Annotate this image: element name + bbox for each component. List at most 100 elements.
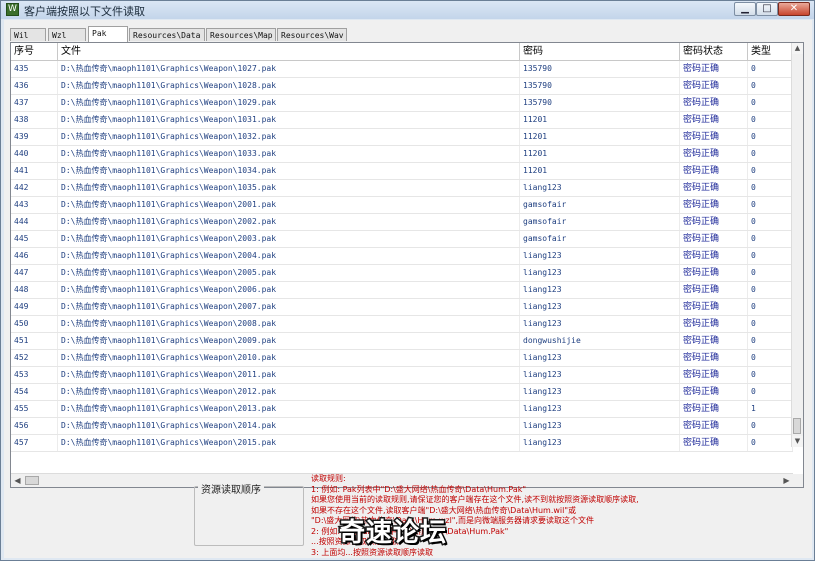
cell-file: D:\热血传奇\maoph1101\Graphics\Weapon\2002.p… bbox=[58, 214, 520, 230]
cell-index: 453 bbox=[11, 367, 58, 383]
vertical-scrollbar[interactable]: ▲ ▼ bbox=[791, 43, 803, 447]
horizontal-scroll-thumb[interactable] bbox=[25, 476, 39, 485]
cell-password: liang123 bbox=[520, 418, 680, 434]
cell-type: 0 bbox=[748, 146, 793, 162]
table-row[interactable]: 446 D:\热血传奇\maoph1101\Graphics\Weapon\200… bbox=[11, 248, 793, 265]
vertical-scroll-thumb[interactable] bbox=[793, 418, 801, 434]
table-row[interactable]: 438 D:\热血传奇\maoph1101\Graphics\Weapon\103… bbox=[11, 112, 793, 129]
cell-type: 0 bbox=[748, 265, 793, 281]
cell-status: 密码正确 bbox=[680, 435, 748, 451]
table-row[interactable]: 454 D:\热血传奇\maoph1101\Graphics\Weapon\201… bbox=[11, 384, 793, 401]
cell-index: 450 bbox=[11, 316, 58, 332]
column-header-index[interactable]: 序号 bbox=[11, 43, 58, 60]
pak-file-table: 序号 文件 密码 密码状态 类型 435 D:\热血传奇\maoph1101\Gr… bbox=[10, 42, 804, 488]
cell-status: 密码正确 bbox=[680, 112, 748, 128]
cell-status: 密码正确 bbox=[680, 299, 748, 315]
cell-password: liang123 bbox=[520, 282, 680, 298]
cell-file: D:\热血传奇\maoph1101\Graphics\Weapon\1032.p… bbox=[58, 129, 520, 145]
table-row[interactable]: 452 D:\热血传奇\maoph1101\Graphics\Weapon\201… bbox=[11, 350, 793, 367]
cell-index: 454 bbox=[11, 384, 58, 400]
table-row[interactable]: 442 D:\热血传奇\maoph1101\Graphics\Weapon\103… bbox=[11, 180, 793, 197]
cell-password: 135790 bbox=[520, 61, 680, 77]
table-row[interactable]: 437 D:\热血传奇\maoph1101\Graphics\Weapon\102… bbox=[11, 95, 793, 112]
table-row[interactable]: 443 D:\热血传奇\maoph1101\Graphics\Weapon\200… bbox=[11, 197, 793, 214]
cell-file: D:\热血传奇\maoph1101\Graphics\Weapon\1033.p… bbox=[58, 146, 520, 162]
cell-file: D:\热血传奇\maoph1101\Graphics\Weapon\2012.p… bbox=[58, 384, 520, 400]
scroll-left-icon[interactable]: ◀ bbox=[11, 474, 24, 487]
cell-type: 0 bbox=[748, 95, 793, 111]
table-row[interactable]: 445 D:\热血传奇\maoph1101\Graphics\Weapon\200… bbox=[11, 231, 793, 248]
cell-password: gamsofair bbox=[520, 231, 680, 247]
cell-type: 0 bbox=[748, 384, 793, 400]
cell-type: 0 bbox=[748, 367, 793, 383]
scroll-down-icon[interactable]: ▼ bbox=[792, 436, 803, 447]
cell-index: 456 bbox=[11, 418, 58, 434]
table-row[interactable]: 436 D:\热血传奇\maoph1101\Graphics\Weapon\102… bbox=[11, 78, 793, 95]
cell-index: 440 bbox=[11, 146, 58, 162]
table-body: 435 D:\热血传奇\maoph1101\Graphics\Weapon\102… bbox=[11, 61, 793, 452]
cell-status: 密码正确 bbox=[680, 129, 748, 145]
tab-wzl[interactable]: Wzl bbox=[48, 28, 86, 41]
cell-status: 密码正确 bbox=[680, 146, 748, 162]
table-row[interactable]: 441 D:\热血传奇\maoph1101\Graphics\Weapon\103… bbox=[11, 163, 793, 180]
cell-password: dongwushijie bbox=[520, 333, 680, 349]
cell-type: 0 bbox=[748, 214, 793, 230]
minimize-button[interactable]: ▁ bbox=[734, 2, 756, 16]
maximize-button[interactable]: □ bbox=[756, 2, 778, 16]
column-header-password-status[interactable]: 密码状态 bbox=[680, 43, 748, 60]
cell-password: liang123 bbox=[520, 435, 680, 451]
cell-type: 0 bbox=[748, 112, 793, 128]
tab-wil[interactable]: Wil bbox=[10, 28, 46, 41]
cell-status: 密码正确 bbox=[680, 95, 748, 111]
notes-line: 读取规则: bbox=[311, 474, 346, 483]
app-window: W 客户端按照以下文件读取 ▁ □ ✕ Wil Wzl Pak Resource… bbox=[0, 0, 815, 561]
column-header-type[interactable]: 类型 bbox=[748, 43, 793, 60]
cell-password: 11201 bbox=[520, 129, 680, 145]
cell-status: 密码正确 bbox=[680, 163, 748, 179]
tab-resources-map[interactable]: Resources\Map bbox=[206, 28, 276, 41]
cell-type: 1 bbox=[748, 401, 793, 417]
cell-index: 445 bbox=[11, 231, 58, 247]
cell-type: 0 bbox=[748, 163, 793, 179]
cell-file: D:\热血传奇\maoph1101\Graphics\Weapon\2004.p… bbox=[58, 248, 520, 264]
cell-index: 457 bbox=[11, 435, 58, 451]
table-row[interactable]: 444 D:\热血传奇\maoph1101\Graphics\Weapon\200… bbox=[11, 214, 793, 231]
table-row[interactable]: 450 D:\热血传奇\maoph1101\Graphics\Weapon\200… bbox=[11, 316, 793, 333]
cell-type: 0 bbox=[748, 282, 793, 298]
title-bar[interactable]: W 客户端按照以下文件读取 ▁ □ ✕ bbox=[1, 1, 814, 19]
table-row[interactable]: 456 D:\热血传奇\maoph1101\Graphics\Weapon\201… bbox=[11, 418, 793, 435]
tab-resources-data[interactable]: Resources\Data bbox=[129, 28, 205, 41]
table-row[interactable]: 435 D:\热血传奇\maoph1101\Graphics\Weapon\102… bbox=[11, 61, 793, 78]
cell-password: liang123 bbox=[520, 316, 680, 332]
table-row[interactable]: 447 D:\热血传奇\maoph1101\Graphics\Weapon\200… bbox=[11, 265, 793, 282]
cell-type: 0 bbox=[748, 333, 793, 349]
column-header-password[interactable]: 密码 bbox=[520, 43, 680, 60]
table-row[interactable]: 448 D:\热血传奇\maoph1101\Graphics\Weapon\200… bbox=[11, 282, 793, 299]
column-header-file[interactable]: 文件 bbox=[58, 43, 520, 60]
table-row[interactable]: 439 D:\热血传奇\maoph1101\Graphics\Weapon\103… bbox=[11, 129, 793, 146]
scroll-up-icon[interactable]: ▲ bbox=[792, 43, 803, 54]
cell-status: 密码正确 bbox=[680, 333, 748, 349]
table-row[interactable]: 449 D:\热血传奇\maoph1101\Graphics\Weapon\200… bbox=[11, 299, 793, 316]
cell-password: 135790 bbox=[520, 78, 680, 94]
table-row[interactable]: 453 D:\热血传奇\maoph1101\Graphics\Weapon\201… bbox=[11, 367, 793, 384]
cell-status: 密码正确 bbox=[680, 350, 748, 366]
tab-pak[interactable]: Pak bbox=[88, 26, 128, 42]
cell-status: 密码正确 bbox=[680, 265, 748, 281]
cell-status: 密码正确 bbox=[680, 197, 748, 213]
table-row[interactable]: 440 D:\热血传奇\maoph1101\Graphics\Weapon\103… bbox=[11, 146, 793, 163]
table-row[interactable]: 457 D:\热血传奇\maoph1101\Graphics\Weapon\201… bbox=[11, 435, 793, 452]
cell-password: 11201 bbox=[520, 146, 680, 162]
cell-type: 0 bbox=[748, 61, 793, 77]
table-row[interactable]: 455 D:\热血传奇\maoph1101\Graphics\Weapon\201… bbox=[11, 401, 793, 418]
cell-file: D:\热血传奇\maoph1101\Graphics\Weapon\2009.p… bbox=[58, 333, 520, 349]
tab-resources-wav[interactable]: Resources\Wav bbox=[277, 28, 347, 41]
cell-status: 密码正确 bbox=[680, 61, 748, 77]
cell-type: 0 bbox=[748, 248, 793, 264]
cell-file: D:\热血传奇\maoph1101\Graphics\Weapon\2001.p… bbox=[58, 197, 520, 213]
cell-file: D:\热血传奇\maoph1101\Graphics\Weapon\1035.p… bbox=[58, 180, 520, 196]
cell-index: 437 bbox=[11, 95, 58, 111]
cell-status: 密码正确 bbox=[680, 316, 748, 332]
table-row[interactable]: 451 D:\热血传奇\maoph1101\Graphics\Weapon\200… bbox=[11, 333, 793, 350]
close-button[interactable]: ✕ bbox=[778, 2, 810, 16]
